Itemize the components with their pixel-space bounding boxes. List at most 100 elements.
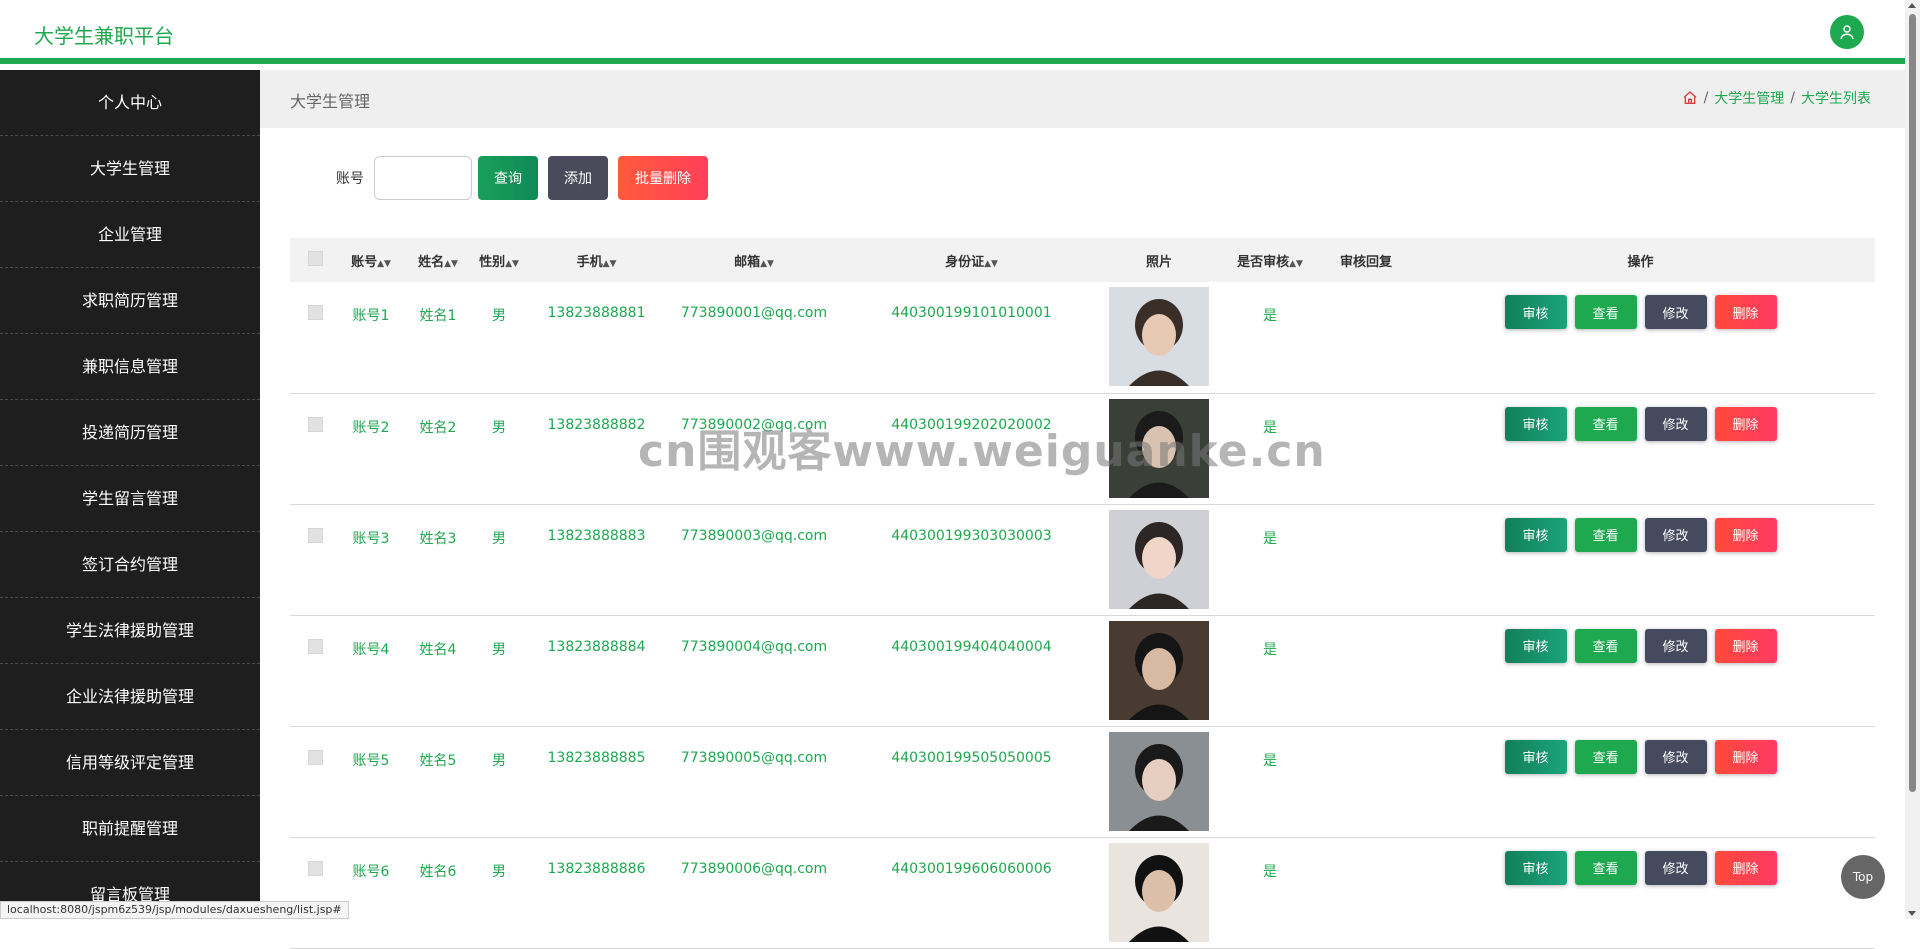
scroll-down-icon[interactable]: [1908, 911, 1916, 916]
row-checkbox[interactable]: [307, 527, 323, 543]
audit-button[interactable]: 审核: [1504, 628, 1567, 663]
header-name[interactable]: 姓名▲▼: [402, 238, 474, 282]
student-photo[interactable]: [1109, 287, 1209, 386]
scrollbar-thumb[interactable]: [1909, 14, 1916, 792]
edit-button[interactable]: 修改: [1644, 517, 1707, 552]
delete-button[interactable]: 删除: [1714, 628, 1777, 663]
cell-photo: [1104, 837, 1214, 948]
cell-account: 账号3: [352, 530, 390, 547]
audit-button[interactable]: 审核: [1504, 406, 1567, 441]
sidebar-item[interactable]: 求职简历管理: [0, 268, 260, 334]
edit-button[interactable]: 修改: [1644, 295, 1707, 329]
cell-reply: [1326, 726, 1406, 837]
scroll-up-icon[interactable]: [1908, 3, 1916, 8]
row-checkbox[interactable]: [307, 638, 323, 654]
sidebar: 个人中心 大学生管理 企业管理 求职简历管理 兼职信息管理 投递简历管理 学生留言管理 签订合…: [0, 70, 260, 919]
view-button[interactable]: 查看: [1574, 628, 1637, 663]
sidebar-item[interactable]: 企业管理: [0, 202, 260, 268]
view-button[interactable]: 查看: [1574, 739, 1637, 774]
view-button[interactable]: 查看: [1574, 295, 1637, 329]
page-scrollbar[interactable]: [1905, 0, 1920, 919]
view-button[interactable]: 查看: [1574, 517, 1637, 552]
student-table: 账号▲▼ 姓名▲▼ 性别▲▼ 手机▲▼ 邮箱▲▼ 身份证▲▼ 照片 是否审核▲▼…: [290, 238, 1875, 949]
row-checkbox[interactable]: [307, 860, 323, 876]
cell-gender: 男: [492, 530, 506, 547]
sidebar-item[interactable]: 企业法律援助管理: [0, 664, 260, 730]
edit-button[interactable]: 修改: [1644, 739, 1707, 774]
view-button[interactable]: 查看: [1574, 850, 1637, 885]
delete-button[interactable]: 删除: [1714, 295, 1777, 329]
student-photo[interactable]: [1109, 731, 1209, 831]
row-checkbox[interactable]: [307, 305, 323, 320]
sort-icon: ▲▼: [505, 258, 519, 269]
cell-reply: [1326, 504, 1406, 615]
sidebar-item[interactable]: 学生法律援助管理: [0, 598, 260, 664]
select-all-checkbox[interactable]: [307, 250, 323, 266]
row-checkbox[interactable]: [307, 749, 323, 765]
header-idcard[interactable]: 身份证▲▼: [839, 238, 1104, 282]
cell-idcard: 440300199101010001: [891, 305, 1052, 321]
cell-email: 773890006@qq.com: [680, 860, 828, 877]
table-row: 账号4 姓名4 男 13823888884 773890004@qq.com 440300…: [290, 615, 1875, 726]
table-header-row: 账号▲▼ 姓名▲▼ 性别▲▼ 手机▲▼ 邮箱▲▼ 身份证▲▼ 照片 是否审核▲▼…: [290, 238, 1875, 282]
breadcrumb-item-students[interactable]: 大学生管理: [1714, 88, 1784, 108]
add-button[interactable]: 添加: [548, 156, 608, 200]
table-row: 账号2 姓名2 男 13823888882 773890002@qq.com 440300…: [290, 393, 1875, 504]
delete-button[interactable]: 删除: [1714, 739, 1777, 774]
sidebar-item[interactable]: 学生留言管理: [0, 466, 260, 532]
cell-account: 账号4: [352, 641, 390, 658]
user-icon[interactable]: [1830, 15, 1864, 49]
home-icon[interactable]: [1682, 90, 1698, 106]
edit-button[interactable]: 修改: [1644, 628, 1707, 663]
audit-button[interactable]: 审核: [1504, 517, 1567, 552]
edit-button[interactable]: 修改: [1644, 850, 1707, 885]
back-to-top-button[interactable]: Top: [1841, 855, 1885, 899]
header-email[interactable]: 邮箱▲▼: [669, 238, 839, 282]
view-button[interactable]: 查看: [1574, 406, 1637, 441]
audit-button[interactable]: 审核: [1504, 739, 1567, 774]
cell-reply: [1326, 393, 1406, 504]
cell-audited: 是: [1263, 641, 1277, 658]
audit-button[interactable]: 审核: [1504, 295, 1567, 329]
cell-audited: 是: [1263, 752, 1277, 769]
app-title: 大学生兼职平台: [34, 24, 174, 48]
cell-email: 773890005@qq.com: [680, 749, 828, 766]
student-photo[interactable]: [1109, 398, 1209, 498]
delete-button[interactable]: 删除: [1714, 406, 1777, 441]
bulk-delete-button[interactable]: 批量删除: [618, 156, 708, 200]
delete-button[interactable]: 删除: [1714, 517, 1777, 552]
row-checkbox[interactable]: [307, 416, 323, 432]
cell-email: 773890001@qq.com: [680, 305, 828, 321]
header-gender[interactable]: 性别▲▼: [474, 238, 524, 282]
cell-audited: 是: [1263, 419, 1277, 436]
account-input[interactable]: [374, 156, 472, 200]
header-phone[interactable]: 手机▲▼: [524, 238, 669, 282]
cell-gender: 男: [492, 641, 506, 658]
breadcrumb-item-list[interactable]: 大学生列表: [1801, 88, 1871, 108]
sidebar-item[interactable]: 个人中心: [0, 70, 260, 136]
student-photo[interactable]: [1109, 620, 1209, 720]
delete-button[interactable]: 删除: [1714, 850, 1777, 885]
student-photo[interactable]: [1109, 842, 1209, 942]
sidebar-item[interactable]: 投递简历管理: [0, 400, 260, 466]
sidebar-item[interactable]: 大学生管理: [0, 136, 260, 202]
sidebar-item[interactable]: 兼职信息管理: [0, 334, 260, 400]
cell-audited: 是: [1263, 308, 1277, 324]
sidebar-item[interactable]: 信用等级评定管理: [0, 730, 260, 796]
header-account[interactable]: 账号▲▼: [340, 238, 402, 282]
cell-email: 773890003@qq.com: [680, 527, 828, 544]
header-audited[interactable]: 是否审核▲▼: [1214, 238, 1326, 282]
header-ops: 操作: [1627, 254, 1654, 270]
student-photo[interactable]: [1109, 509, 1209, 609]
cell-photo: [1104, 726, 1214, 837]
cell-gender: 男: [492, 308, 506, 324]
sidebar-item[interactable]: 签订合约管理: [0, 532, 260, 598]
sort-icon: ▲▼: [1289, 258, 1303, 269]
edit-button[interactable]: 修改: [1644, 406, 1707, 441]
query-button[interactable]: 查询: [478, 156, 538, 200]
cell-phone: 13823888885: [547, 749, 646, 766]
breadcrumb-separator: /: [1790, 90, 1795, 106]
cell-email: 773890002@qq.com: [680, 416, 828, 433]
audit-button[interactable]: 审核: [1504, 850, 1567, 885]
sidebar-item[interactable]: 职前提醒管理: [0, 796, 260, 862]
